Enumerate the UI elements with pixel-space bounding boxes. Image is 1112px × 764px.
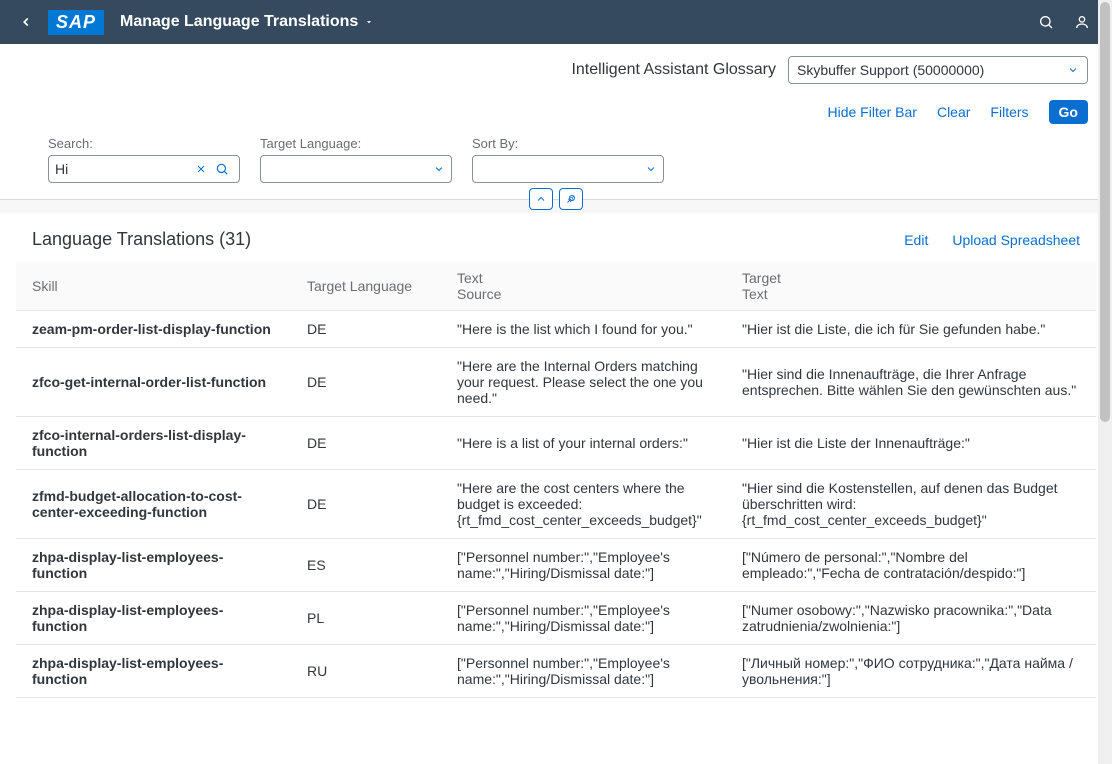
cell-source: ["Personnel number:","Employee's name:",… bbox=[441, 592, 726, 645]
sub-header: Intelligent Assistant Glossary Skybuffer… bbox=[0, 44, 1112, 92]
clear-button[interactable]: Clear bbox=[937, 104, 970, 120]
scrollbar-track[interactable] bbox=[1098, 0, 1112, 764]
target-language-combo[interactable] bbox=[260, 155, 452, 183]
user-icon-button[interactable] bbox=[1064, 4, 1100, 40]
table-area: Language Translations (31) Edit Upload S… bbox=[0, 213, 1112, 698]
translations-table: Skill Target Language Text Source Target… bbox=[16, 262, 1096, 698]
table-row[interactable]: zfco-get-internal-order-list-functionDE"… bbox=[16, 348, 1096, 417]
search-field-group: Search: bbox=[48, 136, 240, 183]
cell-source: ["Personnel number:","Employee's name:",… bbox=[441, 539, 726, 592]
glossary-title: Intelligent Assistant Glossary bbox=[571, 61, 776, 79]
cell-skill: zeam-pm-order-list-display-function bbox=[16, 311, 291, 348]
cell-lang: RU bbox=[291, 645, 441, 698]
cell-lang: DE bbox=[291, 348, 441, 417]
sort-by-combo[interactable] bbox=[472, 155, 664, 183]
collapse-filter-button[interactable] bbox=[529, 188, 553, 210]
target-language-label: Target Language: bbox=[260, 136, 452, 151]
cell-source: "Here are the cost centers where the bud… bbox=[441, 470, 726, 539]
cell-lang: DE bbox=[291, 311, 441, 348]
cell-target: "Hier sind die Kostenstellen, auf denen … bbox=[726, 470, 1096, 539]
cell-source: "Here is a list of your internal orders:… bbox=[441, 417, 726, 470]
table-row[interactable]: zhpa-display-list-employees-functionRU["… bbox=[16, 645, 1096, 698]
cell-target: ["Número de personal:","Nombre del emple… bbox=[726, 539, 1096, 592]
cell-target: ["Numer osobowy:","Nazwisko pracownika:"… bbox=[726, 592, 1096, 645]
cell-skill: zfco-internal-orders-list-display-functi… bbox=[16, 417, 291, 470]
app-title-button[interactable]: Manage Language Translations bbox=[120, 13, 374, 31]
col-text-source[interactable]: Text Source bbox=[441, 262, 726, 311]
cell-source: ["Personnel number:","Employee's name:",… bbox=[441, 645, 726, 698]
cell-lang: ES bbox=[291, 539, 441, 592]
cell-target: "Hier ist die Liste der Innenaufträge:" bbox=[726, 417, 1096, 470]
filters-button[interactable]: Filters bbox=[990, 104, 1028, 120]
cell-source: "Here are the Internal Orders matching y… bbox=[441, 348, 726, 417]
search-icon-button[interactable] bbox=[1028, 4, 1064, 40]
cell-skill: zhpa-display-list-employees-function bbox=[16, 539, 291, 592]
pin-filter-button[interactable] bbox=[559, 188, 583, 210]
col-target-language[interactable]: Target Language bbox=[291, 262, 441, 311]
chevron-down-icon bbox=[364, 17, 374, 27]
table-row[interactable]: zeam-pm-order-list-display-functionDE"He… bbox=[16, 311, 1096, 348]
table-row[interactable]: zfmd-budget-allocation-to-cost-center-ex… bbox=[16, 470, 1096, 539]
sort-by-field-group: Sort By: bbox=[472, 136, 664, 183]
cell-target: "Hier sind die Innenaufträge, die Ihrer … bbox=[726, 348, 1096, 417]
go-button[interactable]: Go bbox=[1049, 100, 1088, 124]
glossary-dropdown-value: Skybuffer Support (50000000) bbox=[797, 62, 984, 78]
col-target-text[interactable]: Target Text bbox=[726, 262, 1096, 311]
table-row[interactable]: zhpa-display-list-employees-functionPL["… bbox=[16, 592, 1096, 645]
search-input-wrap bbox=[48, 155, 240, 183]
app-title: Manage Language Translations bbox=[120, 13, 358, 31]
cell-lang: PL bbox=[291, 592, 441, 645]
hide-filter-bar-button[interactable]: Hide Filter Bar bbox=[827, 104, 916, 120]
table-row[interactable]: zfco-internal-orders-list-display-functi… bbox=[16, 417, 1096, 470]
edit-button[interactable]: Edit bbox=[904, 232, 928, 248]
pin-icon bbox=[565, 193, 577, 205]
close-icon bbox=[195, 163, 207, 175]
table-title-row: Language Translations (31) Edit Upload S… bbox=[16, 213, 1096, 262]
chevron-up-icon bbox=[535, 193, 547, 205]
chevron-down-icon bbox=[645, 163, 657, 175]
cell-lang: DE bbox=[291, 470, 441, 539]
clear-search-button[interactable] bbox=[191, 163, 211, 175]
col-skill[interactable]: Skill bbox=[16, 262, 291, 311]
scrollbar-thumb[interactable] bbox=[1100, 2, 1110, 422]
cell-target: ["Личный номер:","ФИО сотрудника:","Дата… bbox=[726, 645, 1096, 698]
table-row[interactable]: zhpa-display-list-employees-functionES["… bbox=[16, 539, 1096, 592]
search-label: Search: bbox=[48, 136, 240, 151]
cell-lang: DE bbox=[291, 417, 441, 470]
upload-spreadsheet-button[interactable]: Upload Spreadsheet bbox=[952, 232, 1080, 248]
cell-skill: zhpa-display-list-employees-function bbox=[16, 592, 291, 645]
filter-divider bbox=[0, 199, 1112, 213]
cell-target: "Hier ist die Liste, die ich für Sie gef… bbox=[726, 311, 1096, 348]
filter-actions: Hide Filter Bar Clear Filters Go bbox=[0, 92, 1112, 136]
target-language-field-group: Target Language: bbox=[260, 136, 452, 183]
search-icon bbox=[1038, 14, 1054, 30]
table-title: Language Translations (31) bbox=[32, 229, 251, 250]
table-header-row: Skill Target Language Text Source Target… bbox=[16, 262, 1096, 311]
sap-logo: SAP bbox=[48, 10, 104, 35]
sort-by-label: Sort By: bbox=[472, 136, 664, 151]
cell-skill: zhpa-display-list-employees-function bbox=[16, 645, 291, 698]
search-submit-button[interactable] bbox=[211, 162, 233, 176]
cell-skill: zfco-get-internal-order-list-function bbox=[16, 348, 291, 417]
cell-skill: zfmd-budget-allocation-to-cost-center-ex… bbox=[16, 470, 291, 539]
chevron-down-icon bbox=[433, 163, 445, 175]
user-icon bbox=[1074, 14, 1090, 30]
search-icon bbox=[215, 162, 229, 176]
shell-header: SAP Manage Language Translations bbox=[0, 0, 1112, 44]
back-button[interactable] bbox=[12, 8, 40, 36]
search-input[interactable] bbox=[55, 161, 191, 177]
cell-source: "Here is the list which I found for you.… bbox=[441, 311, 726, 348]
chevron-down-icon bbox=[1067, 64, 1079, 76]
glossary-dropdown[interactable]: Skybuffer Support (50000000) bbox=[788, 56, 1088, 84]
